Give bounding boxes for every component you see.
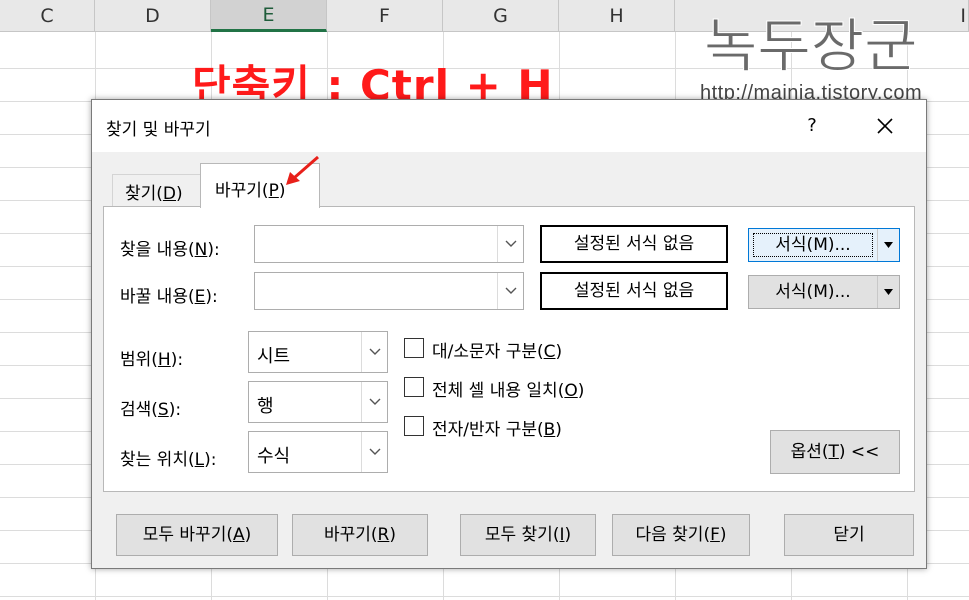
look-in-select[interactable]: 수식	[248, 431, 388, 473]
look-in-value: 수식	[257, 446, 291, 467]
replace-format-preview: 설정된 서식 없음	[540, 272, 728, 310]
chevron-down-icon[interactable]	[497, 226, 523, 262]
find-replace-dialog: 찾기 및 바꾸기 ? 찾기(D) 바꾸기(P) 찾을 내용(N): 설정된 서식…	[91, 99, 927, 569]
match-byte-checkbox[interactable]	[404, 416, 424, 436]
chevron-down-icon[interactable]	[361, 332, 387, 372]
search-value: 행	[257, 396, 274, 417]
close-icon[interactable]	[867, 111, 903, 141]
within-select[interactable]: 시트	[248, 331, 388, 373]
within-label: 범위(H):	[120, 350, 184, 370]
column-header-c[interactable]: C	[0, 0, 95, 32]
dialog-title: 찾기 및 바꾸기	[106, 120, 211, 140]
search-select[interactable]: 행	[248, 381, 388, 423]
grid-line	[0, 596, 969, 597]
column-header-g[interactable]: G	[443, 0, 559, 32]
column-header-d[interactable]: D	[95, 0, 211, 32]
column-header-h[interactable]: H	[559, 0, 675, 32]
replace-format-button[interactable]: 서식(M)...	[748, 275, 900, 309]
find-format-preview: 설정된 서식 없음	[540, 225, 728, 263]
column-header-e[interactable]: E	[211, 0, 327, 32]
find-what-label: 찾을 내용(N):	[120, 240, 220, 260]
match-case-label[interactable]: 대/소문자 구분(C)	[432, 337, 562, 362]
chevron-down-icon[interactable]	[497, 273, 523, 309]
search-label: 검색(S):	[120, 400, 182, 420]
dialog-titlebar[interactable]: 찾기 및 바꾸기 ?	[92, 100, 926, 152]
tab-replace-label: 바꾸기	[215, 181, 262, 201]
red-arrow-annotation	[286, 155, 319, 185]
chevron-down-icon[interactable]	[361, 382, 387, 422]
find-all-button[interactable]: 모두 찾기(I)	[460, 514, 596, 556]
within-value: 시트	[257, 346, 291, 367]
find-what-input[interactable]	[254, 225, 524, 263]
match-entire-cell-checkbox[interactable]	[404, 377, 424, 397]
replace-with-label: 바꿀 내용(E):	[120, 287, 218, 307]
replace-with-input[interactable]	[254, 272, 524, 310]
tab-find[interactable]: 찾기(D)	[112, 174, 202, 206]
replace-format-button-label: 서식(M)...	[775, 282, 851, 302]
brand-logo: 녹두장군	[704, 12, 918, 81]
find-format-button[interactable]: 서식(M)...	[748, 228, 900, 262]
replace-all-button[interactable]: 모두 바꾸기(A)	[116, 514, 278, 556]
look-in-label: 찾는 위치(L):	[120, 450, 217, 470]
chevron-down-icon[interactable]	[361, 432, 387, 472]
help-button[interactable]: ?	[794, 113, 830, 139]
match-case-checkbox[interactable]	[404, 338, 424, 358]
tab-find-key: D	[162, 184, 177, 204]
find-next-button[interactable]: 다음 찾기(F)	[612, 514, 750, 556]
options-toggle-button[interactable]: 옵션(T) <<	[770, 430, 900, 474]
close-button[interactable]: 닫기	[784, 514, 914, 556]
replace-tab-panel: 찾을 내용(N): 설정된 서식 없음 서식(M)... 바꿀 내용(E): 설…	[103, 206, 915, 492]
chevron-down-icon[interactable]	[877, 276, 899, 308]
brand-logo-text: 녹두장군	[704, 12, 917, 80]
replace-button[interactable]: 바꾸기(R)	[292, 514, 428, 556]
match-entire-cell-label[interactable]: 전체 셀 내용 일치(O)	[432, 376, 584, 401]
chevron-down-icon[interactable]	[877, 229, 899, 261]
match-byte-label[interactable]: 전자/반자 구분(B)	[432, 415, 562, 440]
tab-find-label: 찾기	[125, 184, 157, 204]
column-header-f[interactable]: F	[327, 0, 443, 32]
find-format-button-label: 서식(M)...	[749, 229, 877, 261]
